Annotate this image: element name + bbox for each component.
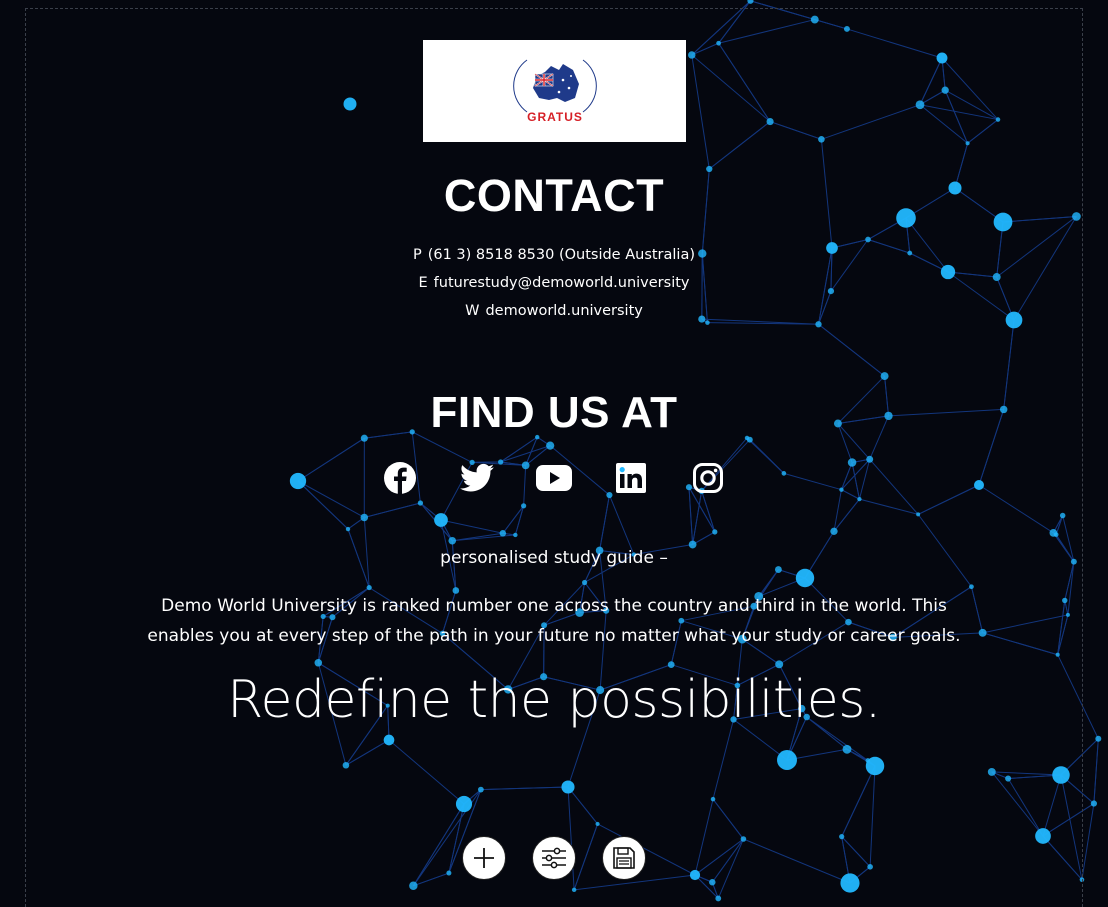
youtube-icon[interactable] xyxy=(534,458,574,498)
facebook-icon[interactable] xyxy=(380,458,420,498)
contact-email: Efuturestudy@demoworld.university xyxy=(0,275,1108,291)
instagram-icon[interactable] xyxy=(688,458,728,498)
phone-value[interactable]: (61 3) 8518 8530 (Outside Australia) xyxy=(428,247,695,263)
add-icon xyxy=(474,848,494,868)
contact-phone: P (61 3) 8518 8530 (Outside Australia) xyxy=(0,247,1108,263)
tagline: Redefine the possibilities. xyxy=(227,670,881,730)
logo-graphic xyxy=(513,59,597,113)
contact-heading: CONTACT xyxy=(443,170,665,221)
save-icon xyxy=(613,847,635,869)
social-links xyxy=(0,458,1108,498)
email-key: E xyxy=(418,275,428,291)
contact-web: Wdemoworld.university xyxy=(0,303,1108,319)
sliders-icon xyxy=(542,847,566,869)
gratus-logo[interactable]: GRATUS xyxy=(423,40,686,142)
web-key: W xyxy=(465,303,480,319)
study-guide-text: personalised study guide – xyxy=(440,548,668,568)
logo-brand-text: GRATUS xyxy=(527,110,583,124)
find-us-heading: FIND US AT xyxy=(430,388,678,437)
web-value[interactable]: demoworld.university xyxy=(485,303,642,319)
about-line-2: enables you at every step of the path in… xyxy=(147,626,961,646)
email-value[interactable]: futurestudy@demoworld.university xyxy=(434,275,690,291)
linkedin-icon[interactable] xyxy=(611,458,651,498)
settings-button[interactable] xyxy=(532,836,576,880)
twitter-icon[interactable] xyxy=(457,458,497,498)
phone-key: P xyxy=(412,247,422,263)
add-button[interactable] xyxy=(462,836,506,880)
about-line-1: Demo World University is ranked number o… xyxy=(161,596,947,616)
about-paragraph: Demo World University is ranked number o… xyxy=(0,591,1108,651)
save-button[interactable] xyxy=(602,836,646,880)
